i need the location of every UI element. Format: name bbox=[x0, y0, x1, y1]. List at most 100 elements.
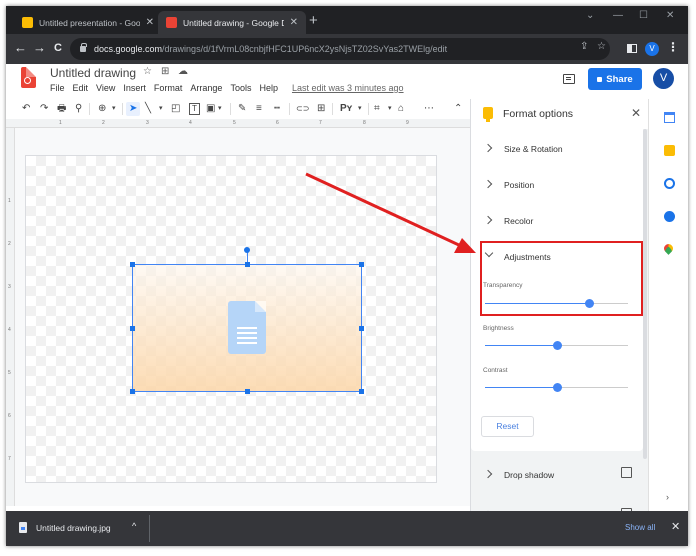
maximize-button[interactable]: ☐ bbox=[639, 10, 648, 21]
slider-knob[interactable] bbox=[552, 383, 562, 392]
resize-handle-s[interactable] bbox=[245, 389, 250, 394]
side-panel-icon[interactable] bbox=[627, 44, 637, 53]
menu-edit[interactable]: Edit bbox=[73, 83, 89, 93]
more-icon[interactable]: ⋯ bbox=[424, 102, 434, 116]
close-download-bar-icon[interactable]: ✕ bbox=[671, 520, 680, 533]
print-icon[interactable]: 🖶 bbox=[57, 102, 66, 116]
bookmark-star-icon[interactable]: ☆ bbox=[597, 41, 606, 52]
slider-knob[interactable] bbox=[552, 341, 562, 350]
section-label: Position bbox=[504, 180, 535, 190]
url-bar[interactable]: docs.google.com /drawings/d/1fVrmL08cnbj… bbox=[70, 38, 610, 60]
tasks-icon[interactable] bbox=[664, 178, 675, 189]
close-panel-icon[interactable]: ✕ bbox=[631, 106, 641, 120]
resize-handle-nw[interactable] bbox=[130, 262, 135, 267]
forward-button[interactable]: → bbox=[33, 40, 46, 55]
tab-drawing[interactable]: Untitled drawing - Google Drawings ✕ bbox=[158, 11, 306, 34]
document-title[interactable]: Untitled drawing bbox=[50, 66, 136, 80]
contacts-icon[interactable] bbox=[664, 211, 675, 222]
reload-button[interactable]: C bbox=[54, 42, 62, 54]
paint-format-icon[interactable]: ⚲ bbox=[75, 102, 82, 116]
drop-shadow-checkbox[interactable] bbox=[621, 467, 632, 478]
undo-icon[interactable]: ↶ bbox=[22, 102, 30, 116]
account-avatar[interactable]: V bbox=[653, 68, 674, 89]
cloud-status-icon[interactable]: ☁ bbox=[178, 66, 188, 77]
last-edit-link[interactable]: Last edit was 3 minutes ago bbox=[292, 83, 404, 93]
menu-file[interactable]: File bbox=[50, 83, 65, 93]
link-icon[interactable]: ⊂⊃ bbox=[296, 102, 309, 116]
section-drop-shadow[interactable]: Drop shadow bbox=[471, 460, 643, 496]
crop-dropdown-icon[interactable]: ▾ bbox=[388, 102, 392, 116]
menu-arrange[interactable]: Arrange bbox=[190, 83, 222, 93]
zoom-dropdown-icon[interactable]: ▾ bbox=[112, 102, 116, 116]
select-tool-icon[interactable]: ➤ bbox=[126, 102, 141, 116]
redo-icon[interactable]: ↷ bbox=[40, 102, 48, 116]
calendar-icon[interactable] bbox=[664, 112, 675, 123]
minimize-button[interactable]: — bbox=[613, 10, 623, 21]
maps-icon[interactable] bbox=[662, 242, 675, 255]
ruler-tick-label: 2 bbox=[8, 241, 11, 247]
resize-handle-sw[interactable] bbox=[130, 389, 135, 394]
close-window-button[interactable]: ✕ bbox=[666, 10, 674, 21]
close-tab-icon[interactable]: ✕ bbox=[290, 17, 298, 28]
ruler-tick-label: 1 bbox=[59, 120, 62, 126]
expand-side-panel-icon[interactable]: › bbox=[666, 492, 669, 502]
line-tool-icon[interactable]: ╲ bbox=[145, 102, 151, 116]
drawings-logo-icon[interactable] bbox=[21, 67, 36, 88]
resize-handle-ne[interactable] bbox=[359, 262, 364, 267]
menu-help[interactable]: Help bbox=[259, 83, 278, 93]
tab-slides[interactable]: Untitled presentation - Google Slides ✕ bbox=[14, 11, 162, 34]
rotation-handle[interactable] bbox=[244, 247, 250, 253]
resize-handle-w[interactable] bbox=[130, 326, 135, 331]
keep-icon[interactable] bbox=[664, 145, 675, 156]
download-file-name[interactable]: Untitled drawing.jpg bbox=[36, 523, 111, 533]
section-recolor[interactable]: Recolor bbox=[471, 206, 643, 242]
line-weight-icon[interactable]: ≡ bbox=[256, 102, 262, 116]
profile-button[interactable]: V bbox=[645, 42, 659, 56]
resize-handle-e[interactable] bbox=[359, 326, 364, 331]
drawing-canvas[interactable] bbox=[25, 155, 437, 483]
replace-dropdown-icon[interactable]: ▾ bbox=[358, 102, 362, 116]
share-button[interactable]: Share bbox=[588, 68, 642, 90]
line-dropdown-icon[interactable]: ▾ bbox=[159, 102, 163, 116]
menu-tools[interactable]: Tools bbox=[230, 83, 251, 93]
brightness-slider[interactable] bbox=[485, 341, 628, 351]
selected-image[interactable] bbox=[130, 247, 364, 394]
download-options-icon[interactable]: ^ bbox=[132, 521, 136, 531]
ruler-tick-label: 5 bbox=[8, 370, 11, 376]
move-to-folder-icon[interactable]: ⊞ bbox=[161, 66, 169, 77]
image-tool-icon[interactable]: ▣ bbox=[206, 102, 215, 116]
textbox-tool-icon[interactable]: T bbox=[189, 103, 200, 115]
document-lines bbox=[237, 327, 257, 329]
section-size-rotation[interactable]: Size & Rotation bbox=[471, 134, 643, 170]
reset-button[interactable]: Reset bbox=[481, 416, 534, 437]
reset-image-icon[interactable]: ⌂ bbox=[398, 102, 404, 116]
tab-search-icon[interactable]: ⌄ bbox=[586, 10, 594, 21]
contrast-slider[interactable] bbox=[485, 383, 628, 393]
menu-view[interactable]: View bbox=[96, 83, 115, 93]
chevron-right-icon bbox=[483, 143, 493, 153]
section-position[interactable]: Position bbox=[471, 170, 643, 206]
replace-image-icon[interactable]: Pʏ bbox=[340, 102, 352, 116]
line-dash-icon[interactable]: ┅ bbox=[274, 102, 280, 116]
menu-insert[interactable]: Insert bbox=[123, 83, 146, 93]
pen-icon[interactable]: ✎ bbox=[238, 102, 246, 116]
star-icon[interactable]: ☆ bbox=[143, 66, 152, 77]
resize-handle-se[interactable] bbox=[359, 389, 364, 394]
panel-scrollbar[interactable] bbox=[643, 129, 647, 459]
image-dropdown-icon[interactable]: ▾ bbox=[218, 102, 222, 116]
shape-tool-icon[interactable]: ◰ bbox=[171, 102, 180, 116]
show-all-link[interactable]: Show all bbox=[625, 523, 655, 532]
share-page-icon[interactable]: ⇪ bbox=[580, 41, 588, 52]
zoom-icon[interactable]: ⊕ bbox=[98, 102, 106, 116]
back-button[interactable]: ← bbox=[14, 40, 27, 55]
add-comment-icon[interactable]: ⊞ bbox=[317, 102, 325, 116]
crop-icon[interactable]: ⌗ bbox=[374, 102, 380, 116]
menu-format[interactable]: Format bbox=[154, 83, 183, 93]
resize-handle-n[interactable] bbox=[245, 262, 250, 267]
new-tab-button[interactable]: + bbox=[309, 12, 318, 29]
side-app-rail: › bbox=[648, 99, 688, 517]
chrome-menu-icon[interactable]: ⋮ bbox=[667, 40, 679, 54]
comment-history-icon[interactable] bbox=[563, 74, 575, 84]
collapse-toolbar-icon[interactable]: ⌃ bbox=[454, 102, 462, 116]
close-tab-icon[interactable]: ✕ bbox=[146, 17, 154, 28]
